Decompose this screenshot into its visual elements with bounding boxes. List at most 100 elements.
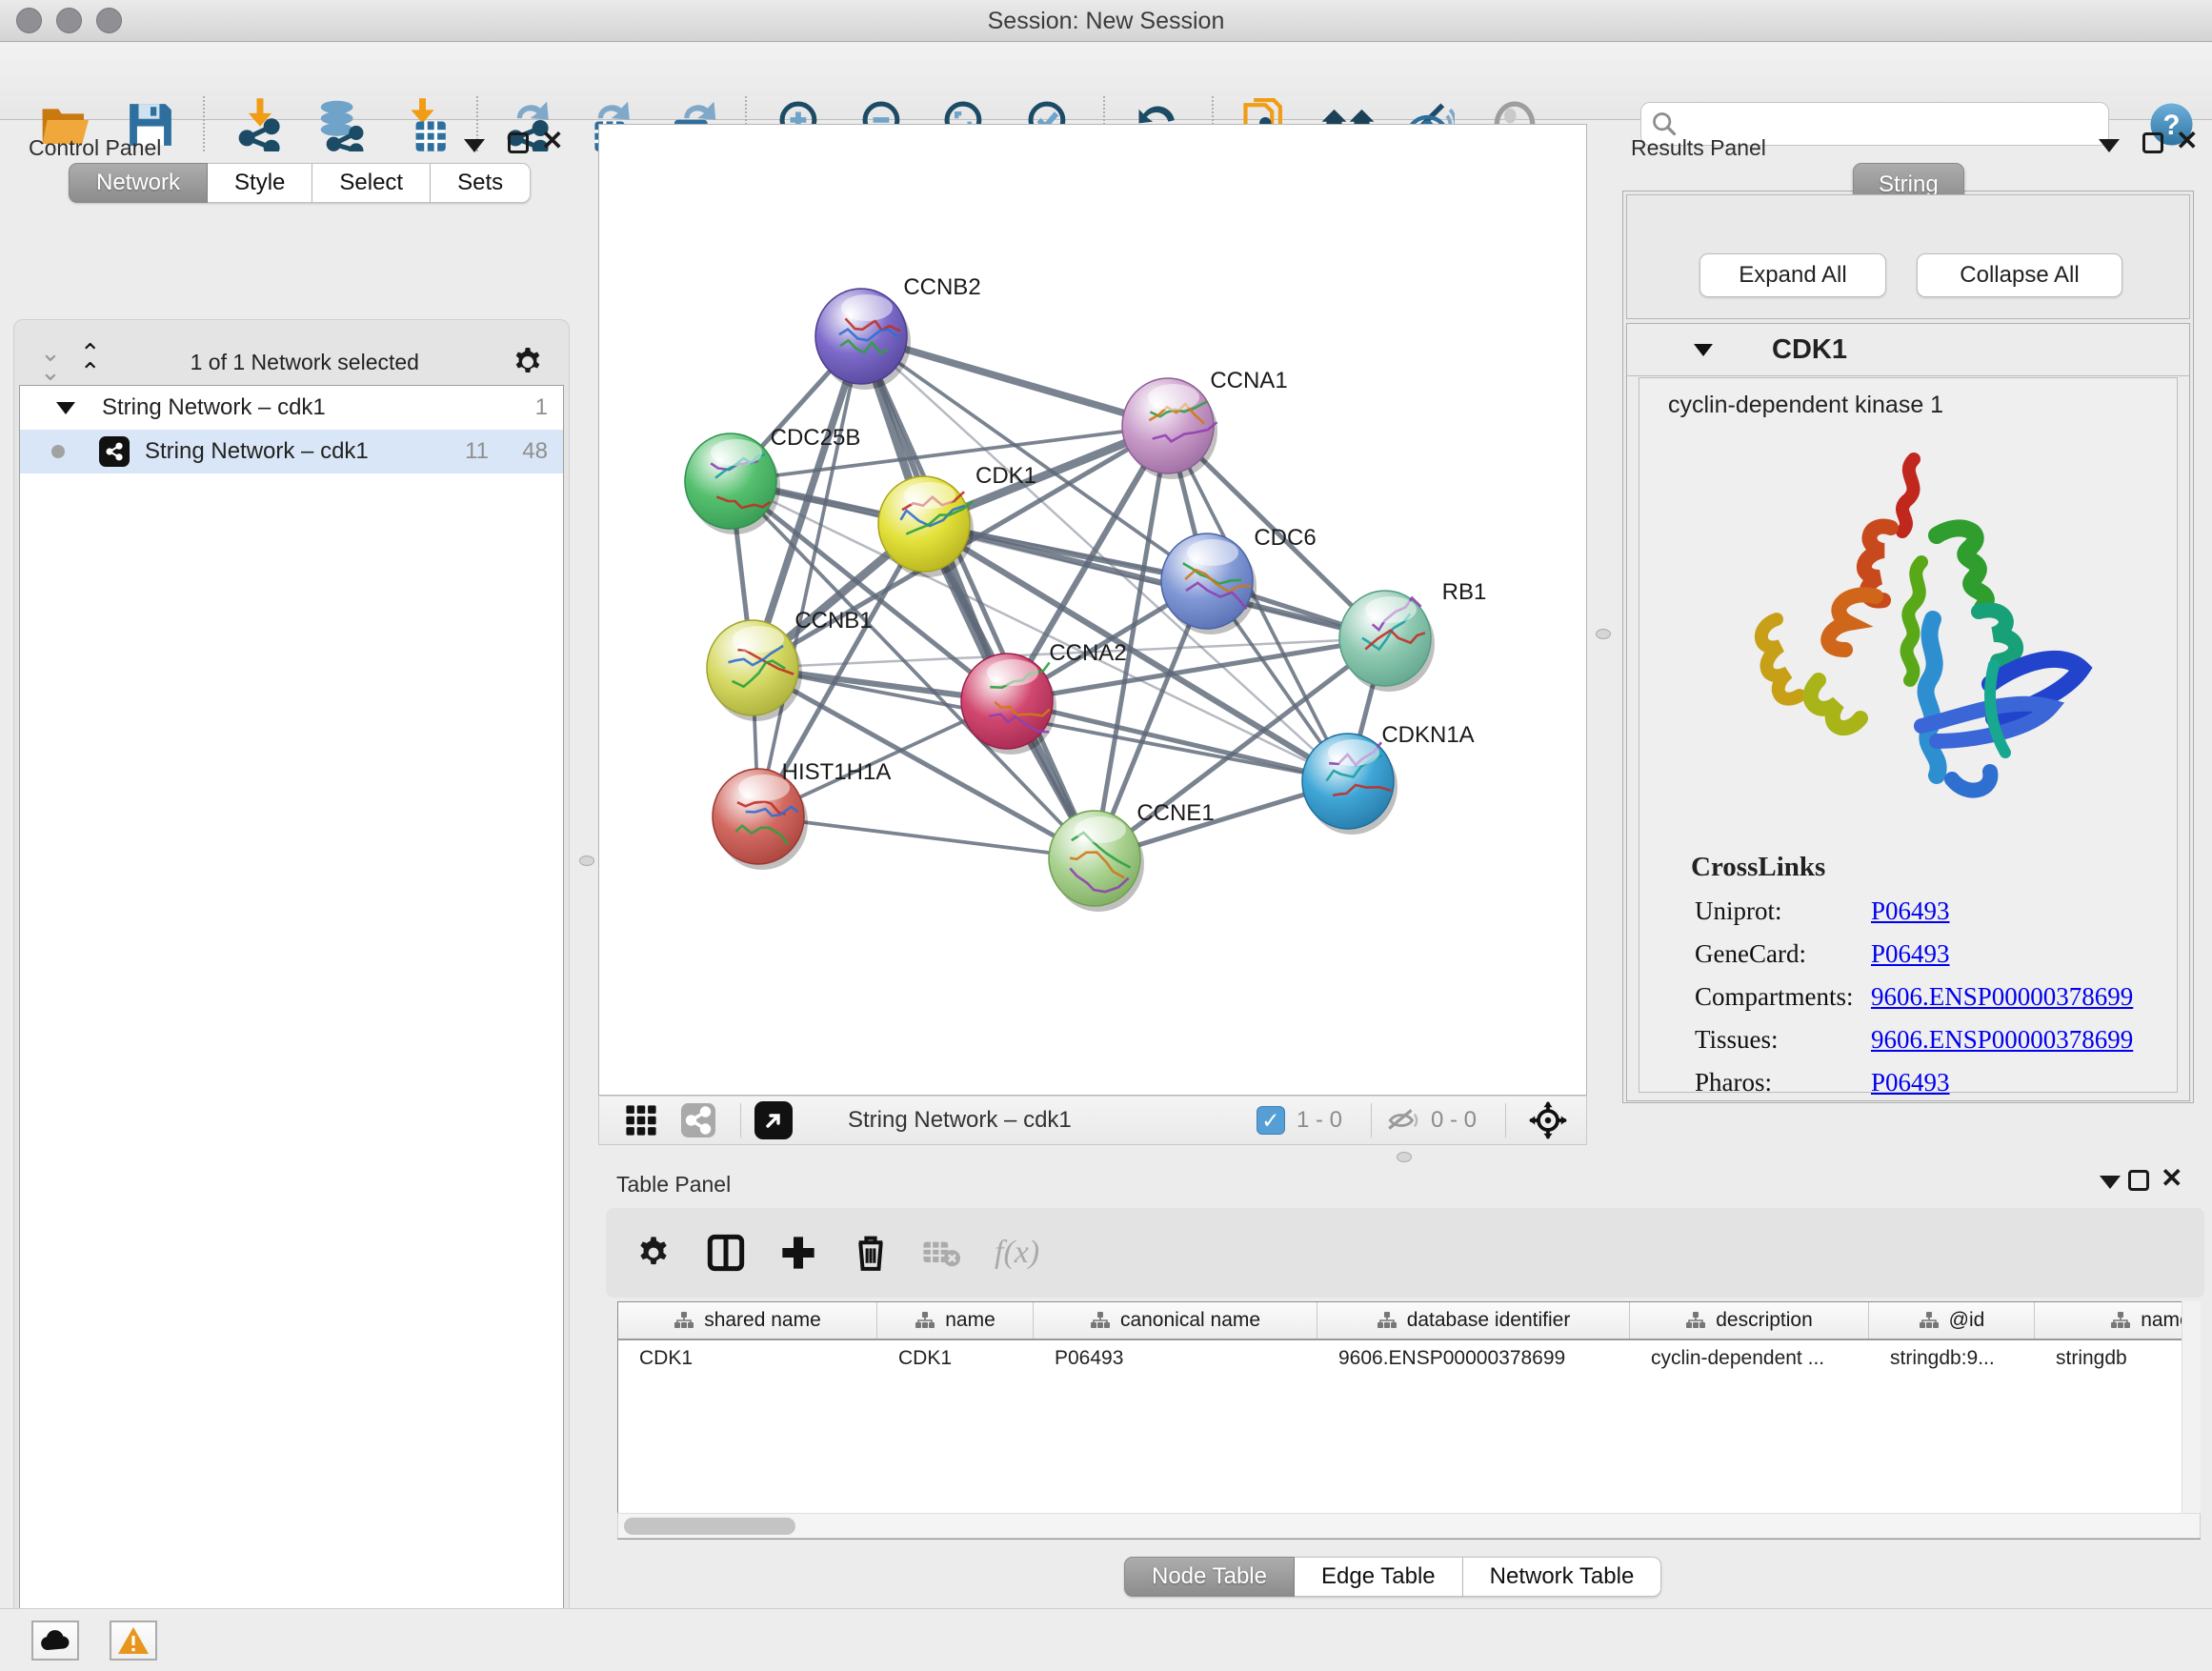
network-node-CCNA2[interactable] [961,654,1056,755]
network-canvas[interactable]: CCNB2CCNA1CDC25BCDK1CDC6RB1CCNB1CCNA2CDK… [598,124,1587,1096]
collapse-all-networks-icon[interactable]: ⌄⌄ [40,343,59,381]
attribute-tree-icon [1685,1311,1706,1330]
expand-all-button[interactable]: Expand All [1699,253,1886,297]
crosslink-label: Pharos: [1695,1068,1871,1097]
protein-structure-image [1708,436,2108,846]
tab-network[interactable]: Network [69,163,208,203]
network-selection-status: 1 of 1 Network selected [99,350,511,375]
bottom-splitter-handle[interactable] [1397,1152,1412,1162]
network-node-CCNA1[interactable] [1122,378,1217,479]
table-gear-icon[interactable] [625,1224,682,1281]
warning-button[interactable] [110,1621,157,1661]
main-toolbar: ? [0,43,2212,120]
column-header-name[interactable]: name [877,1302,1034,1339]
table-horizontal-scrollbar[interactable] [617,1513,2201,1539]
network-collection-row[interactable]: String Network – cdk1 1 [20,386,563,430]
table-cell: CDK1 [618,1347,877,1370]
node-label-HIST1H1A: HIST1H1A [782,759,892,785]
network-node-CDC6[interactable] [1161,534,1257,634]
network-node-CDC25B[interactable] [685,433,780,534]
node-label-CDC25B: CDC25B [771,425,861,451]
column-header-description[interactable]: description [1630,1302,1869,1339]
network-edge [758,336,861,816]
select-columns-icon[interactable] [697,1224,754,1281]
node-label-CCNB2: CCNB2 [903,274,980,300]
crosslinks-list: Uniprot:P06493GeneCard:P06493Compartment… [1639,896,2177,1097]
collection-disclosure-icon[interactable] [56,402,75,414]
column-header-canonical-name[interactable]: canonical name [1034,1302,1317,1339]
table-header-row: shared namenamecanonical namedatabase id… [618,1302,2200,1340]
status-bar: Memory [0,1608,2212,1671]
open-in-new-window-icon[interactable] [754,1101,793,1139]
crosslink-value-link[interactable]: 9606.ENSP00000378699 [1871,1025,2133,1055]
tab-sets[interactable]: Sets [431,163,531,203]
control-panel-tabs: Network Style Select Sets [69,163,531,203]
network-edge [758,816,1095,858]
network-node-RB1[interactable] [1339,591,1435,692]
panel-close-icon[interactable]: ✕ [2161,1168,2182,1189]
column-header-namespace[interactable]: namespace [2035,1302,2201,1339]
tab-node-table[interactable]: Node Table [1124,1557,1295,1597]
crosslink-value-link[interactable]: 9606.ENSP00000378699 [1871,982,2133,1012]
results-panel-title: Results Panel [1631,135,1766,161]
column-header-shared-name[interactable]: shared name [618,1302,877,1339]
panel-collapse-icon[interactable] [464,139,485,152]
network-node-CDKN1A[interactable] [1302,734,1398,835]
crosslink-value-link[interactable]: P06493 [1871,1068,1950,1097]
tab-select[interactable]: Select [312,163,431,203]
column-header-database-identifier[interactable]: database identifier [1317,1302,1630,1339]
left-splitter-handle[interactable] [579,856,594,866]
hidden-eye-icon[interactable] [1385,1106,1419,1135]
birds-eye-view-icon[interactable] [1519,1092,1577,1149]
node-label-CCNA2: CCNA2 [1049,640,1126,666]
expand-all-networks-icon[interactable]: ⌃⌃ [80,343,99,381]
delete-table-icon [913,1224,970,1281]
table-vertical-scrollbar[interactable] [2182,1301,2201,1513]
selected-checkbox-icon[interactable]: ✓ [1257,1106,1285,1135]
crosslinks-title: CrossLinks [1691,852,2177,883]
tab-style[interactable]: Style [208,163,312,203]
add-column-icon[interactable] [770,1224,827,1281]
delete-column-icon[interactable] [842,1224,899,1281]
right-splitter-handle[interactable] [1596,629,1611,639]
cloud-button[interactable] [31,1621,79,1661]
network-edge [861,336,1095,858]
tab-network-table[interactable]: Network Table [1463,1557,1662,1597]
panel-collapse-icon[interactable] [2100,1176,2121,1189]
toolbar-separator [1505,1103,1506,1137]
crosslink-row: Compartments:9606.ENSP00000378699 [1695,982,2177,1012]
network-share-view-icon[interactable] [670,1092,727,1149]
crosslink-label: Uniprot: [1695,896,1871,926]
titlebar: Session: New Session [0,0,2212,42]
crosslink-row: Pharos:P06493 [1695,1068,2177,1097]
panel-float-icon[interactable] [508,132,529,153]
node-label-CCNE1: CCNE1 [1136,800,1214,826]
column-header--id[interactable]: @id [1869,1302,2035,1339]
network-row-selected[interactable]: String Network – cdk1 11 48 [20,430,563,473]
panel-float-icon[interactable] [2142,132,2163,153]
crosslink-value-link[interactable]: P06493 [1871,896,1950,926]
table-tabs: Node Table Edge Table Network Table [1124,1557,1661,1597]
crosslink-value-link[interactable]: P06493 [1871,939,1950,969]
panel-float-icon[interactable] [2128,1170,2149,1191]
window-title: Session: New Session [0,8,2212,35]
node-table[interactable]: shared namenamecanonical namedatabase id… [617,1301,2201,1540]
network-node-CCNE1[interactable] [1049,811,1144,912]
gene-header[interactable]: CDK1 [1627,324,2189,376]
scrollbar-thumb[interactable] [624,1518,795,1535]
panel-collapse-icon[interactable] [2099,139,2120,152]
collapse-all-button[interactable]: Collapse All [1917,253,2122,297]
network-graph[interactable]: CCNB2CCNA1CDC25BCDK1CDC6RB1CCNB1CCNA2CDK… [599,125,1586,1095]
network-type-icon [99,436,130,467]
network-options-gear-icon[interactable] [511,345,545,379]
tab-edge-table[interactable]: Edge Table [1295,1557,1463,1597]
table-row[interactable]: CDK1CDK1P064939606.ENSP00000378699cyclin… [618,1340,2200,1377]
gene-description: cyclin-dependent kinase 1 [1668,392,2177,419]
grid-view-icon[interactable] [613,1092,670,1149]
network-node-CDK1[interactable] [878,476,974,577]
panel-close-icon[interactable]: ✕ [2176,131,2198,151]
crosslink-row: Uniprot:P06493 [1695,896,2177,926]
crosslink-label: GeneCard: [1695,939,1871,969]
gene-disclosure-icon[interactable] [1694,344,1713,356]
panel-close-icon[interactable]: ✕ [541,131,563,151]
